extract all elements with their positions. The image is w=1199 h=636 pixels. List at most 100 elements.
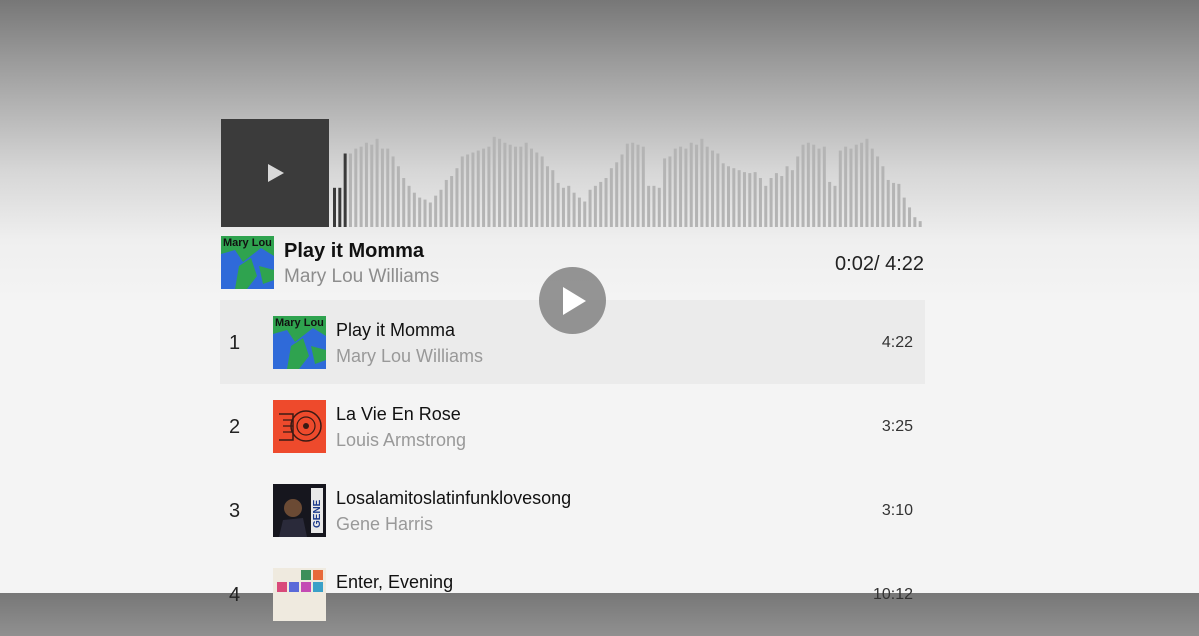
waveform-bar (737, 170, 741, 227)
waveform-bar (854, 144, 858, 227)
waveform-bar (865, 138, 869, 227)
waveform-bar (402, 178, 406, 227)
waveform-bar (695, 144, 699, 227)
waveform-bar (519, 146, 523, 227)
waveform-bar (375, 138, 379, 227)
waveform-bar (833, 185, 837, 227)
track-row[interactable]: 4 Enter, Evening 10:12 (220, 552, 925, 636)
play-button[interactable] (221, 119, 329, 227)
waveform-bar (860, 142, 864, 227)
waveform-bar (817, 148, 821, 227)
waveform-bar (567, 185, 571, 227)
waveform-bar (742, 172, 746, 227)
waveform-bar (705, 146, 709, 227)
cover-text: GENE (312, 499, 323, 528)
waveform-bar (897, 183, 901, 227)
track-duration: 10:12 (872, 586, 913, 603)
waveform-bar (764, 185, 768, 227)
waveform-bar (838, 150, 842, 227)
waveform-bar (609, 168, 613, 227)
waveform-bar (476, 150, 480, 227)
waveform-bar (806, 142, 810, 227)
play-icon (268, 164, 284, 182)
waveform-bar (391, 156, 395, 227)
cover-text: Mary Lou (223, 237, 272, 249)
waveform-bar (892, 182, 896, 227)
track-title: La Vie En Rose (336, 404, 461, 424)
waveform-bar (918, 221, 922, 227)
track-artist: Gene Harris (336, 514, 434, 534)
waveform-bar (577, 197, 581, 227)
waveform-bar (780, 176, 784, 227)
waveform-bar (524, 142, 528, 227)
waveform-bar (604, 178, 608, 227)
waveform-bar (535, 152, 539, 227)
waveform-bar (530, 148, 533, 227)
waveform-bar (790, 170, 794, 227)
track-title: Enter, Evening (336, 572, 454, 592)
waveform-bar (631, 142, 635, 227)
waveform-bar (828, 181, 832, 227)
mary-lou-cover-art: Mary Lou (221, 236, 274, 289)
waveform-bar (902, 197, 906, 227)
track-duration: 4:22 (881, 334, 913, 351)
waveform-bar (679, 146, 683, 227)
waveform-bar (673, 148, 677, 227)
waveform-bar (684, 148, 688, 227)
waveform-bar (359, 146, 363, 227)
waveform-bar (625, 143, 629, 227)
waveform-bar (444, 179, 448, 227)
enter-evening-cover-art (273, 568, 326, 621)
waveform-bar (716, 153, 720, 227)
waveform-bar (663, 158, 667, 227)
waveform-bar (466, 154, 470, 227)
track-list: 1 Mary Lou Play it Momma Mary Lou Willia… (220, 300, 925, 636)
waveform-bar (572, 192, 576, 227)
waveform-bar (354, 148, 358, 227)
track-artist: Louis Armstrong (336, 430, 467, 450)
waveform-bar (348, 153, 352, 227)
waveform-scrubber[interactable] (333, 119, 924, 227)
waveform-bar (796, 156, 800, 227)
track-number: 1 (229, 332, 241, 354)
overlay-play-button[interactable] (539, 267, 606, 334)
waveform-bar (748, 173, 752, 227)
waveform-bar (471, 152, 475, 227)
now-playing-artist: Mary Lou Williams (284, 266, 440, 287)
waveform-bar (498, 138, 502, 227)
waveform-bar (727, 166, 730, 227)
waveform-bar (503, 142, 507, 227)
waveform-bar (870, 148, 874, 227)
waveform-bar (407, 185, 411, 227)
waveform-bar (908, 207, 912, 227)
waveform-bar (641, 146, 645, 227)
waveform-bar (508, 144, 512, 227)
waveform-bar (913, 217, 917, 227)
waveform-bar (774, 173, 778, 227)
waveform-bar (514, 146, 518, 227)
waveform-bar (343, 153, 347, 227)
waveform-bar (561, 187, 565, 227)
waveform-bar (583, 201, 587, 227)
waveform-bar (428, 202, 432, 227)
waveform-bar (620, 154, 624, 227)
waveform-bar (386, 148, 390, 227)
waveform-bar (540, 156, 544, 227)
waveform-bar (556, 182, 560, 227)
waveform-bar (758, 178, 762, 227)
track-row[interactable]: 3 GENE Losalamitoslatinfunklovesong Gene… (220, 468, 925, 552)
waveform-bar (615, 162, 619, 227)
audio-player (221, 119, 924, 227)
waveform-bar (599, 181, 603, 227)
waveform-bar (801, 144, 805, 227)
now-playing-title: Play it Momma (284, 240, 425, 262)
waveform-bar (482, 148, 486, 227)
waveform-bar (492, 136, 496, 227)
play-icon (562, 286, 586, 315)
track-row[interactable]: 2 La Vie En Rose Louis Armstrong 3:25 (220, 384, 925, 468)
track-number: 3 (229, 500, 241, 522)
waveform-bar (689, 142, 693, 227)
track-artist: Mary Lou Williams (336, 346, 484, 366)
waveform-bar (593, 185, 597, 227)
waveform-bar (753, 172, 757, 227)
